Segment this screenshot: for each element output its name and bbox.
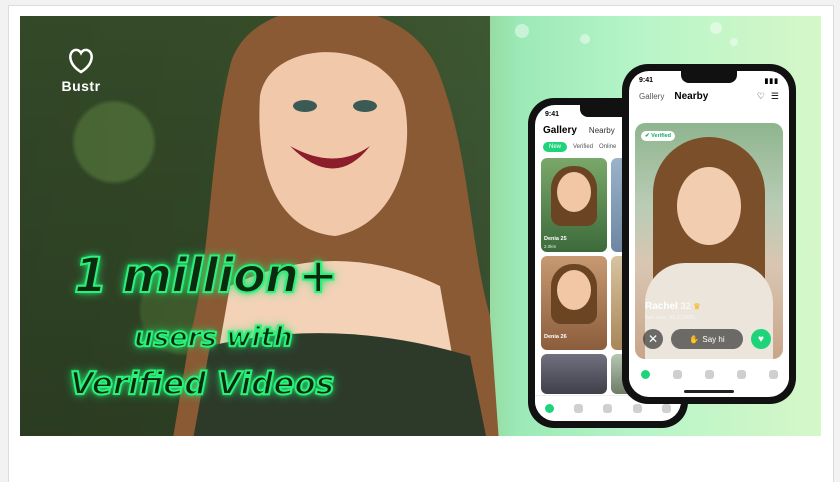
heart-icon: ♥ [758,333,764,345]
headline: 1 million+ [73,247,339,305]
card-face [557,270,591,310]
profile-card[interactable]: Denia 26 [541,256,607,350]
close-icon: ✕ [647,332,659,346]
profile-location: San Jose, US (0.3KM) [645,315,695,321]
action-bar: ✕ ✋ Say hi ♥ [643,329,771,349]
nearby-header: Gallery Nearby ♡ ☰ [629,85,789,104]
chat-icon[interactable] [704,369,714,379]
grid-icon[interactable] [736,369,746,379]
tab-nearby[interactable]: Nearby [589,126,615,135]
status-time: 9:41 [639,77,654,84]
heart-outline-icon[interactable]: ♡ [757,91,765,102]
profile-age: 32 [680,301,691,311]
brand-logo[interactable]: Bustr [58,46,104,94]
status-time: 9:41 [545,111,560,118]
bottom-nav [629,361,789,387]
home-indicator [684,390,734,393]
subheadline-2: Verified Videos [69,365,335,403]
card-name: Denia 26 [544,334,567,340]
decor-bubble [730,38,738,46]
say-hi-button[interactable]: ✋ Say hi [671,329,743,349]
promo-banner[interactable]: Bustr 1 million+ users with Verified Vid… [20,16,821,436]
tab-nearby[interactable]: Nearby [674,91,708,102]
profile-icon[interactable] [768,369,778,379]
filter-verified[interactable]: Verified [573,144,593,150]
filter-online[interactable]: Online [599,144,616,150]
decor-bubble [580,34,590,44]
chat-icon[interactable] [603,404,613,413]
profile-icon[interactable] [661,404,671,413]
home-icon[interactable] [640,369,650,379]
verified-badge: ✔ Verified [641,131,676,141]
profile-photo[interactable]: ✔ Verified Rachel 32 ♛ San Jose, US (0.3… [635,123,783,359]
like-button[interactable]: ♥ [751,329,771,349]
tab-gallery[interactable]: Gallery [639,92,664,101]
card-face [557,172,591,212]
nearby-screen: 9:41 ▮▮▮ Gallery Nearby ♡ ☰ ✔ Verified R… [629,71,789,397]
decor-bubble [710,22,722,34]
grid-icon[interactable] [632,404,642,413]
flame-icon[interactable] [574,404,584,413]
profile-name: Rachel 32 ♛ [645,301,701,312]
brand-name: Bustr [61,78,101,94]
flame-icon[interactable] [672,369,682,379]
filter-icon[interactable]: ☰ [771,91,779,102]
decor-bubble [515,24,529,38]
filter-new[interactable]: New [543,142,568,152]
tab-gallery[interactable]: Gallery [543,125,577,136]
phone-notch [681,71,737,83]
wave-icon: ✋ [689,334,700,344]
photo-face [677,167,741,245]
phone-nearby: 9:41 ▮▮▮ Gallery Nearby ♡ ☰ ✔ Verified R… [622,64,796,404]
signal-icon: ▮▮▮ [764,78,779,85]
subheadline-1: users with [133,321,294,354]
card-distance: 2.0km [544,244,557,249]
home-icon[interactable] [545,404,555,413]
bustr-logo-icon [69,48,93,74]
card-name: Denia 25 [544,236,567,242]
dismiss-button[interactable]: ✕ [643,329,663,349]
crown-icon: ♛ [693,302,701,311]
profile-card[interactable] [541,354,607,394]
profile-card[interactable]: Denia 25 2.0km [541,158,607,252]
